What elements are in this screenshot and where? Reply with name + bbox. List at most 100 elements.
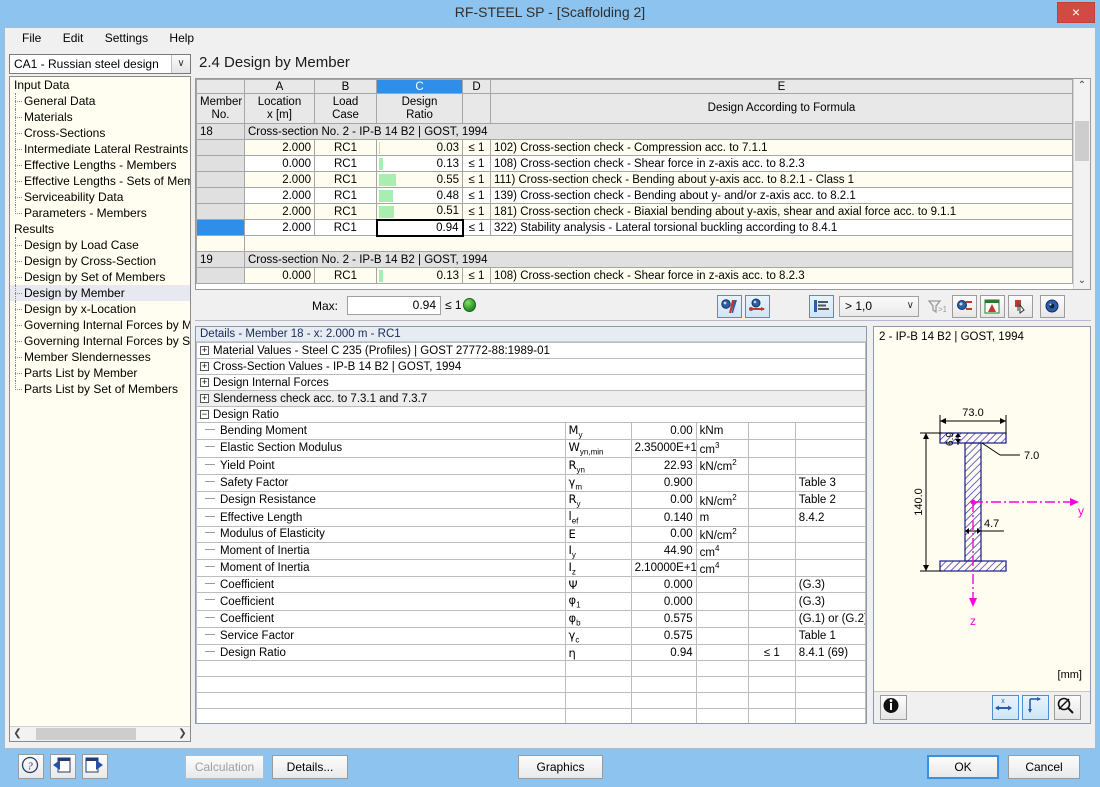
next-page-icon[interactable]	[82, 754, 108, 779]
ok-button[interactable]: OK	[927, 755, 999, 779]
cell-formula[interactable]: 102) Cross-section check - Compression a…	[491, 140, 1073, 156]
cell-formula[interactable]: 111) Cross-section check - Bending about…	[491, 172, 1073, 188]
cell-formula[interactable]: 108) Cross-section check - Shear force i…	[491, 268, 1073, 284]
sidebar-item-cross-sections[interactable]: Cross-Sections	[10, 125, 191, 141]
column-letter-C[interactable]: C	[377, 80, 463, 94]
cell-location[interactable]: 2.000	[245, 140, 315, 156]
details-group-label[interactable]: +Material Values - Steel C 235 (Profiles…	[197, 343, 866, 359]
menu-item-edit[interactable]: Edit	[54, 28, 93, 48]
row-selector[interactable]	[197, 204, 245, 220]
sidebar-item-design-by-cross-section[interactable]: Design by Cross-Section	[10, 253, 191, 269]
dimension-x-button[interactable]: x	[992, 695, 1019, 720]
tree-group-results[interactable]: Results	[10, 221, 191, 237]
sidebar-item-effective-lengths-members[interactable]: Effective Lengths - Members	[10, 157, 191, 173]
column-letter-row[interactable]	[197, 80, 245, 94]
cell-load-case[interactable]: RC1	[315, 188, 377, 204]
sidebar-item-parameters-members[interactable]: Parameters - Members	[10, 205, 191, 221]
tree-horizontal-scrollbar[interactable]: ❮ ❯	[10, 726, 190, 741]
cell-location[interactable]: 0.000	[245, 268, 315, 284]
help-icon[interactable]: ?	[18, 754, 44, 779]
row-selector[interactable]	[197, 140, 245, 156]
cell-location[interactable]: 0.000	[245, 156, 315, 172]
focus-cell[interactable]	[565, 661, 631, 677]
sidebar-item-materials[interactable]: Materials	[10, 109, 191, 125]
export-excel-button[interactable]	[980, 295, 1005, 318]
details-button[interactable]: Details...	[272, 755, 348, 779]
expander-icon[interactable]: −	[200, 410, 209, 419]
cell-location[interactable]: 2.000	[245, 220, 315, 236]
cell-design-ratio[interactable]: 0.13	[377, 268, 463, 284]
expander-icon[interactable]: +	[200, 378, 209, 387]
sidebar-item-parts-list-by-member[interactable]: Parts List by Member	[10, 365, 191, 381]
scroll-right-icon[interactable]: ❯	[175, 727, 190, 741]
design-case-combobox[interactable]: CA1 - Russian steel design ∨	[9, 54, 191, 74]
row-selector[interactable]	[197, 172, 245, 188]
sidebar-item-general-data[interactable]: General Data	[10, 93, 191, 109]
chevron-down-icon[interactable]: ∨	[907, 300, 914, 311]
cell-formula[interactable]: 181) Cross-section check - Biaxial bendi…	[491, 204, 1073, 220]
cell-formula[interactable]: 108) Cross-section check - Shear force i…	[491, 156, 1073, 172]
cell-load-case[interactable]: RC1	[315, 268, 377, 284]
cell-formula[interactable]: 139) Cross-section check - Bending about…	[491, 188, 1073, 204]
sidebar-item-design-by-load-case[interactable]: Design by Load Case	[10, 237, 191, 253]
cell-design-ratio[interactable]: 0.48	[377, 188, 463, 204]
row-selector[interactable]	[197, 220, 245, 236]
column-letter-A[interactable]: A	[245, 80, 315, 94]
sidebar-item-governing-internal-forces-by-se[interactable]: Governing Internal Forces by Se	[10, 333, 191, 349]
sidebar-item-design-by-member[interactable]: Design by Member	[10, 285, 191, 301]
sidebar-item-governing-internal-forces-by-m[interactable]: Governing Internal Forces by M	[10, 317, 191, 333]
cell-location[interactable]: 2.000	[245, 188, 315, 204]
zoom-icon[interactable]	[1054, 695, 1081, 720]
chevron-down-icon[interactable]: ∨	[171, 55, 190, 73]
select-in-graphic-button[interactable]	[1008, 295, 1033, 318]
row-selector[interactable]	[197, 188, 245, 204]
cell-load-case[interactable]: RC1	[315, 204, 377, 220]
column-letter-B[interactable]: B	[315, 80, 377, 94]
graphics-button[interactable]: Graphics	[518, 755, 603, 779]
results-table[interactable]: ABCDEMemberNo.Locationx [m]LoadCaseDesig…	[195, 78, 1091, 290]
results-vertical-scrollbar[interactable]: ⌃ ⌄	[1073, 79, 1090, 289]
cell-load-case[interactable]: RC1	[315, 156, 377, 172]
close-icon[interactable]: ×	[1057, 2, 1095, 23]
details-group-label[interactable]: +Design Internal Forces	[197, 375, 866, 391]
cell-design-ratio[interactable]: 0.94	[377, 220, 463, 236]
scroll-left-icon[interactable]: ❮	[10, 727, 25, 741]
sidebar-item-intermediate-lateral-restraints[interactable]: Intermediate Lateral Restraints	[10, 141, 191, 157]
dimension-axes-button[interactable]	[1022, 695, 1049, 720]
column-letter-E[interactable]: E	[491, 80, 1073, 94]
menu-item-settings[interactable]: Settings	[96, 28, 157, 48]
view-mode-button[interactable]	[717, 295, 742, 318]
cell-formula[interactable]: 322) Stability analysis - Lateral torsio…	[491, 220, 1073, 236]
menu-item-file[interactable]: File	[13, 28, 50, 48]
show-result-button[interactable]	[1040, 295, 1065, 318]
info-icon[interactable]	[880, 695, 907, 720]
scroll-down-icon[interactable]: ⌄	[1074, 274, 1090, 289]
row-selector[interactable]	[197, 236, 245, 252]
row-selector[interactable]	[197, 156, 245, 172]
filter-off-button[interactable]: >1	[924, 295, 949, 318]
visibility-button[interactable]	[952, 295, 977, 318]
expander-icon[interactable]: +	[200, 362, 209, 371]
cell-design-ratio[interactable]: 0.13	[377, 156, 463, 172]
sidebar-item-serviceability-data[interactable]: Serviceability Data	[10, 189, 191, 205]
cell-location[interactable]: 2.000	[245, 204, 315, 220]
sidebar-item-design-by-x-location[interactable]: Design by x-Location	[10, 301, 191, 317]
cell-design-ratio[interactable]: 0.51	[377, 204, 463, 220]
previous-page-icon[interactable]	[50, 754, 76, 779]
cell-location[interactable]: 2.000	[245, 172, 315, 188]
sidebar-item-member-slendernesses[interactable]: Member Slendernesses	[10, 349, 191, 365]
expander-icon[interactable]: +	[200, 346, 209, 355]
cell-design-ratio[interactable]: 0.03	[377, 140, 463, 156]
tree-group-input-data[interactable]: Input Data	[10, 77, 191, 93]
cell-load-case[interactable]: RC1	[315, 220, 377, 236]
filter-results-button[interactable]	[809, 295, 834, 318]
max-value-field[interactable]: 0.94	[347, 296, 441, 315]
details-group-label[interactable]: −Design Ratio	[197, 407, 866, 423]
sidebar-item-parts-list-by-set-of-members[interactable]: Parts List by Set of Members	[10, 381, 191, 397]
menu-item-help[interactable]: Help	[160, 28, 203, 48]
ratio-filter-select[interactable]: > 1,0 ∨	[839, 296, 919, 317]
details-group-label[interactable]: +Slenderness check acc. to 7.3.1 and 7.3…	[197, 391, 866, 407]
scroll-thumb[interactable]	[1075, 121, 1089, 161]
row-selector[interactable]	[197, 268, 245, 284]
details-group-label[interactable]: +Cross-Section Values - IP-B 14 B2 | GOS…	[197, 359, 866, 375]
